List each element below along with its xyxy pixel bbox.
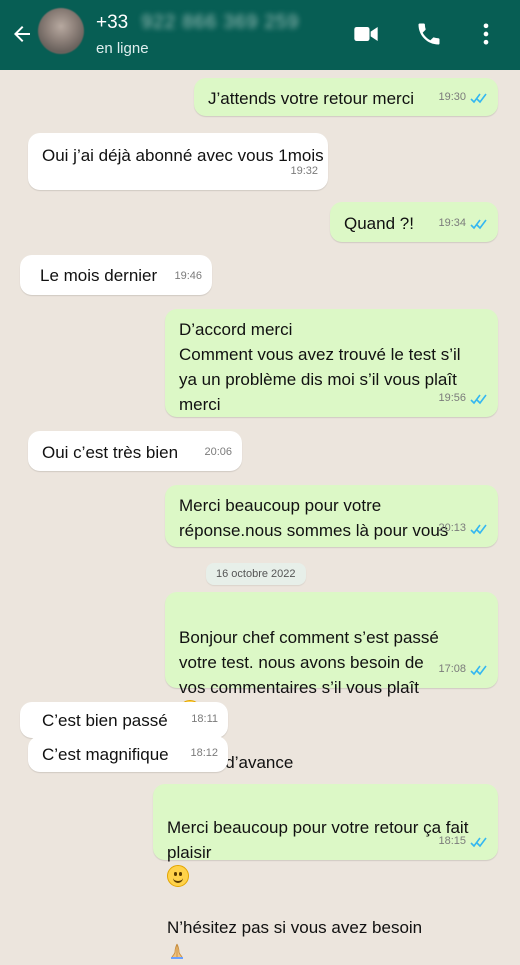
video-call-icon[interactable] — [352, 20, 380, 48]
message-time: 19:34 — [438, 217, 466, 229]
message-outgoing[interactable]: Merci beaucoup pour votre réponse.nous s… — [165, 485, 498, 547]
message-meta: 19:56 — [438, 386, 488, 411]
message-text: C’est bien passé — [42, 711, 168, 730]
message-meta: 18:15 — [438, 829, 488, 854]
back-arrow-icon[interactable] — [10, 22, 34, 46]
message-time: 20:06 — [204, 446, 232, 458]
message-time: 17:08 — [438, 663, 466, 675]
message-meta: 19:32 — [290, 159, 318, 184]
contact-prefix: +33 — [96, 12, 129, 33]
phone-icon[interactable] — [415, 20, 443, 48]
message-time: 19:32 — [290, 165, 318, 177]
message-meta: 18:11 — [191, 707, 218, 732]
date-separator: 16 octobre 2022 — [206, 563, 306, 585]
message-text: J’attends votre retour merci — [208, 89, 414, 108]
message-text: Oui c’est très bien — [42, 443, 179, 462]
message-time: 18:11 — [191, 713, 218, 725]
read-ticks-icon — [470, 524, 487, 534]
contact-number-blurred: 922 866 369 259 — [141, 12, 300, 33]
message-incoming[interactable]: Le mois dernier 19:46 — [20, 255, 212, 295]
read-ticks-icon — [470, 665, 487, 675]
smile-emoji-icon — [167, 865, 189, 887]
message-outgoing[interactable]: Bonjour chef comment s’est passé votre t… — [165, 592, 498, 772]
message-outgoing[interactable]: J’attends votre retour merci 19:30 — [194, 78, 498, 116]
message-text-part: Bonjour chef comment s’est passé votre t… — [179, 628, 439, 697]
read-ticks-icon — [470, 837, 487, 847]
message-outgoing[interactable]: D’accord merci Comment vous avez trouvé … — [165, 309, 498, 417]
message-incoming[interactable]: C’est bien passé 18:11 — [20, 702, 228, 738]
read-ticks-icon — [470, 394, 487, 404]
contact-avatar[interactable] — [38, 8, 84, 54]
message-meta: 19:34 — [438, 211, 488, 236]
message-incoming[interactable]: Oui c’est très bien 20:06 — [28, 431, 242, 471]
contact-name[interactable]: +33 922 866 369 259 — [96, 12, 299, 34]
message-text: Merci beaucoup pour votre réponse.nous s… — [179, 496, 449, 540]
message-text: Le mois dernier — [40, 266, 158, 285]
message-text-part: N’hésitez pas si vous avez besoin — [167, 918, 423, 937]
message-incoming[interactable]: C’est magnifique 18:12 — [28, 736, 228, 772]
message-meta: 19:30 — [438, 85, 488, 110]
message-time: 20:13 — [438, 522, 466, 534]
contact-status: en ligne — [96, 40, 149, 57]
message-time: 18:12 — [190, 747, 218, 759]
message-meta: 20:13 — [438, 516, 488, 541]
message-text: Quand ?! — [344, 214, 414, 233]
message-meta: 18:12 — [190, 741, 218, 766]
read-ticks-icon — [470, 93, 487, 103]
message-text: D’accord merci Comment vous avez trouvé … — [179, 320, 461, 414]
message-time: 19:46 — [174, 270, 202, 282]
message-text-part: Merci beaucoup pour votre retour ça fait… — [167, 818, 469, 862]
read-ticks-icon — [470, 219, 487, 229]
message-time: 19:56 — [438, 392, 466, 404]
message-meta: 20:06 — [204, 440, 232, 465]
message-text: Merci beaucoup pour votre retour ça fait… — [167, 790, 468, 965]
message-outgoing[interactable]: Quand ?! 19:34 — [330, 202, 498, 242]
message-outgoing[interactable]: Merci beaucoup pour votre retour ça fait… — [153, 784, 498, 959]
message-meta: 17:08 — [438, 657, 488, 682]
message-time: 18:15 — [438, 835, 466, 847]
chat-header: +33 922 866 369 259 en ligne — [0, 0, 520, 70]
praying-hands-emoji-icon — [171, 943, 183, 959]
more-vert-icon[interactable] — [472, 20, 500, 48]
message-time: 19:30 — [438, 91, 466, 103]
message-text: Oui j’ai déjà abonné avec vous 1mois — [42, 146, 324, 165]
message-text: C’est magnifique — [42, 745, 169, 764]
message-meta: 19:46 — [174, 264, 202, 289]
message-incoming[interactable]: Oui j’ai déjà abonné avec vous 1mois 19:… — [28, 133, 328, 190]
